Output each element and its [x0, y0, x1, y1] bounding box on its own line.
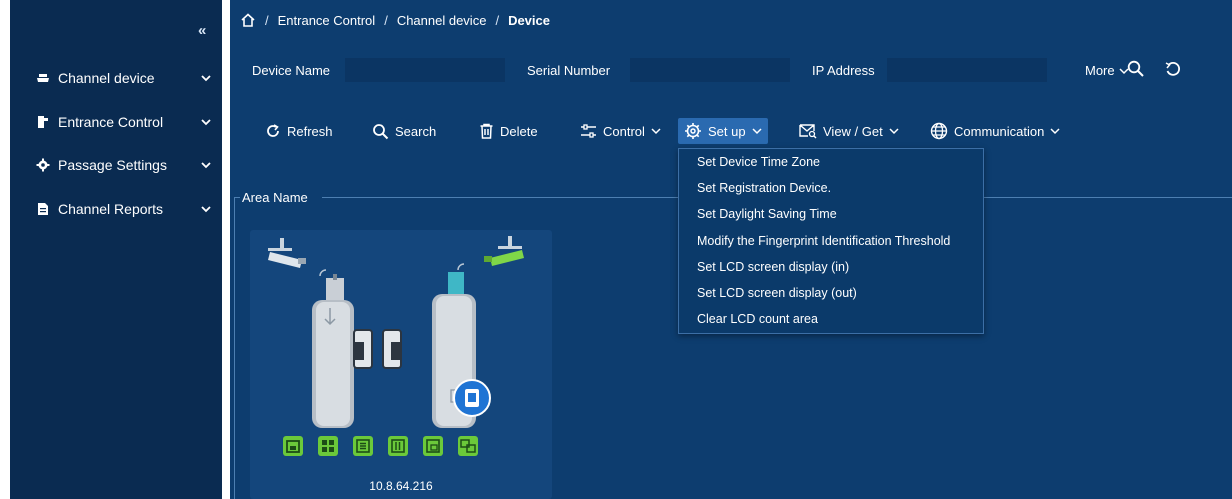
home-icon[interactable]	[240, 12, 256, 28]
menu-item-modify-fingerprint-threshold[interactable]: Modify the Fingerprint Identification Th…	[697, 234, 950, 248]
camera-icon	[268, 238, 306, 268]
ip-address-input[interactable]	[887, 58, 1047, 82]
sidebar-item-label: Entrance Control	[58, 114, 164, 130]
sidebar-collapse-button[interactable]: «	[198, 22, 206, 39]
refresh-label: Refresh	[287, 123, 333, 139]
toolbar: Refresh Search Delete Control Set up Vie…	[230, 114, 1232, 148]
refresh-button[interactable]: Refresh	[259, 118, 339, 144]
setup-dropdown-menu: Set Device Time Zone Set Registration De…	[678, 148, 984, 334]
breadcrumb: / Entrance Control / Channel device / De…	[230, 0, 1232, 40]
menu-item-clear-lcd-count-area[interactable]: Clear LCD count area	[697, 312, 818, 326]
ip-address-label: IP Address	[812, 63, 875, 78]
gear-icon	[685, 123, 701, 139]
more-label: More	[1085, 63, 1115, 78]
serial-number-label: Serial Number	[527, 63, 611, 78]
window-icon[interactable]	[422, 435, 444, 457]
breadcrumb-separator: /	[265, 12, 269, 28]
delete-label: Delete	[500, 123, 538, 139]
device-name-label: Device Name	[252, 63, 331, 78]
chevron-down-icon	[1050, 128, 1060, 135]
communication-label: Communication	[954, 123, 1045, 139]
grid-control-icon[interactable]	[317, 435, 339, 457]
serial-number-input[interactable]	[630, 58, 790, 82]
search-icon[interactable]	[1127, 60, 1145, 78]
globe-icon	[930, 122, 948, 140]
menu-item-set-lcd-display-out[interactable]: Set LCD screen display (out)	[697, 286, 857, 300]
turnstile-icon	[38, 116, 48, 128]
view-get-dropdown-button[interactable]: View / Get	[793, 118, 905, 144]
chevron-down-icon	[752, 128, 762, 135]
breadcrumb-device: Device	[508, 12, 550, 28]
list-icon[interactable]	[352, 435, 374, 457]
device-card[interactable]: 10.8.64.216	[250, 230, 552, 499]
sidebar-item-entrance-control[interactable]: Entrance Control	[10, 107, 222, 137]
setup-label: Set up	[708, 123, 746, 139]
sidebar-item-channel-reports[interactable]: Channel Reports	[10, 194, 222, 224]
communication-dropdown-button[interactable]: Communication	[924, 118, 1066, 144]
turnstile-illustration	[268, 236, 524, 428]
chevron-down-icon	[201, 206, 211, 213]
sidebar-item-label: Passage Settings	[58, 157, 167, 173]
menu-item-set-device-time-zone[interactable]: Set Device Time Zone	[697, 155, 820, 169]
filter-bar: Device Name Serial Number IP Address	[230, 56, 1232, 84]
menu-item-set-lcd-display-in[interactable]: Set LCD screen display (in)	[697, 260, 849, 274]
transfer-icon[interactable]	[387, 435, 409, 457]
sidebar: « Channel device Entrance Control Passag…	[10, 0, 222, 499]
sidebar-item-label: Channel device	[58, 70, 155, 86]
delete-button[interactable]: Delete	[473, 118, 544, 144]
device-name-input[interactable]	[345, 58, 505, 82]
search-icon	[373, 123, 389, 139]
setup-dropdown-button[interactable]: Set up	[678, 118, 768, 144]
reset-icon[interactable]	[1164, 60, 1182, 78]
chevron-down-icon	[201, 119, 211, 126]
chevron-down-icon	[201, 75, 211, 82]
menu-item-set-registration-device[interactable]: Set Registration Device.	[697, 181, 831, 195]
trash-icon	[480, 123, 493, 139]
menu-item-set-daylight-saving-time[interactable]: Set Daylight Saving Time	[697, 207, 837, 221]
open-door-icon[interactable]	[282, 435, 304, 457]
control-label: Control	[603, 123, 645, 139]
search-label: Search	[395, 123, 437, 139]
mail-search-icon	[799, 124, 817, 139]
sidebar-item-passage-settings[interactable]: Passage Settings	[10, 150, 222, 180]
breadcrumb-separator: /	[495, 12, 500, 28]
device-icon	[37, 74, 49, 82]
page-left-margin	[0, 0, 10, 499]
sync-icon[interactable]	[457, 435, 479, 457]
chevron-down-icon	[651, 128, 661, 135]
refresh-icon	[267, 124, 279, 137]
sidebar-divider	[222, 0, 230, 499]
breadcrumb-entrance-control[interactable]: Entrance Control	[278, 13, 376, 28]
chevron-down-icon	[201, 162, 211, 169]
view-get-label: View / Get	[823, 123, 883, 139]
sidebar-item-label: Channel Reports	[58, 201, 164, 217]
report-icon	[38, 203, 48, 215]
control-icon	[581, 124, 596, 138]
gear-icon	[36, 158, 50, 172]
camera-icon	[484, 236, 524, 266]
breadcrumb-channel-device[interactable]: Channel device	[397, 13, 487, 28]
control-dropdown-button[interactable]: Control	[574, 118, 667, 144]
sidebar-item-channel-device[interactable]: Channel device	[10, 63, 222, 93]
chevron-down-icon	[889, 128, 899, 135]
device-ip-address: 10.8.64.216	[369, 479, 433, 493]
breadcrumb-separator: /	[384, 12, 388, 28]
more-filters-button[interactable]: More	[1085, 63, 1129, 78]
search-button[interactable]: Search	[366, 118, 442, 144]
